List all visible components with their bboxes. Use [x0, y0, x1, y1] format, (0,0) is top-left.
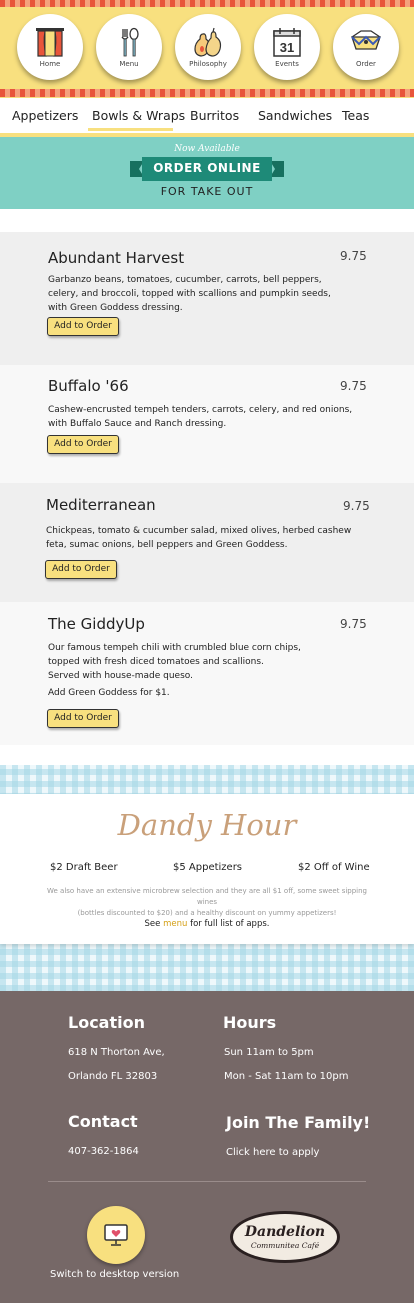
- menu-item: Abundant Harvest 9.75 Garbanzo beans, to…: [0, 232, 414, 365]
- item-description: Cashew-encrusted tempeh tenders, carrots…: [48, 405, 353, 429]
- join-heading: Join The Family!: [226, 1113, 371, 1132]
- hours-line-2: Mon - Sat 11am to 10pm: [224, 1071, 349, 1082]
- dandy-hour-title: Dandy Hour: [117, 808, 297, 842]
- join-link[interactable]: Click here to apply: [226, 1147, 319, 1158]
- contact-heading: Contact: [68, 1112, 138, 1131]
- item-price: 9.75: [340, 617, 367, 631]
- hours-heading: Hours: [223, 1013, 277, 1032]
- category-tabs: Appetizers Bowls & Wraps Burritos Sandwi…: [0, 98, 414, 136]
- order-online-banner[interactable]: Now Available ORDER ONLINE FOR TAKE OUT: [0, 137, 414, 209]
- logo-subtitle: Communitea Café: [250, 1241, 320, 1250]
- tab-teas[interactable]: Teas: [342, 108, 369, 123]
- nav-order-button[interactable]: Order: [333, 14, 399, 80]
- menu-item: Buffalo '66 9.75 Cashew-encrusted tempeh…: [0, 365, 414, 483]
- desktop-version-button[interactable]: [87, 1206, 145, 1264]
- nav-philosophy-button[interactable]: Philosophy: [175, 14, 241, 80]
- dandy-hour-note: We also have an extensive microbrew sele…: [46, 887, 368, 917]
- switch-desktop-label[interactable]: Switch to desktop version: [50, 1269, 179, 1280]
- calendar-icon: 31: [273, 28, 301, 57]
- takeout-box-icon: [351, 30, 381, 50]
- deal-draft-beer: $2 Draft Beer: [50, 862, 118, 873]
- location-heading: Location: [68, 1013, 145, 1032]
- deal-wine: $2 Off of Wine: [298, 862, 370, 873]
- add-to-order-button[interactable]: Add to Order: [47, 709, 119, 728]
- tab-appetizers[interactable]: Appetizers: [12, 108, 78, 123]
- nav-order-label: Order: [356, 60, 376, 68]
- top-stripe: [0, 0, 414, 7]
- calendar-day: 31: [280, 40, 294, 55]
- banner-tagline: Now Available: [174, 144, 240, 154]
- active-tab-indicator: [88, 128, 173, 131]
- footer-divider: [48, 1181, 366, 1182]
- tab-burritos[interactable]: Burritos: [190, 108, 239, 123]
- item-description: Garbanzo beans, tomatoes, cucumber, carr…: [48, 275, 331, 313]
- address-line-2: Orlando FL 32803: [68, 1071, 158, 1082]
- item-description: Our famous tempeh chili with crumbled bl…: [48, 641, 348, 700]
- curtains-icon: [36, 28, 64, 57]
- menu-item: Mediterranean 9.75 Chickpeas, tomato & c…: [0, 483, 414, 602]
- banner-title: ORDER ONLINE: [153, 161, 261, 175]
- menu-link[interactable]: menu: [163, 919, 187, 929]
- hours-line-1: Sun 11am to 5pm: [224, 1047, 314, 1058]
- dandy-hour-card: Dandy Hour $2 Draft Beer $5 Appetizers $…: [0, 794, 414, 944]
- add-to-order-button[interactable]: Add to Order: [47, 435, 119, 454]
- nav-philosophy-label: Philosophy: [189, 60, 227, 68]
- address-line-1: 618 N Thorton Ave,: [68, 1047, 165, 1058]
- phone-number[interactable]: 407-362-1864: [68, 1146, 139, 1157]
- nav-events-button[interactable]: 31 Events: [254, 14, 320, 80]
- site-footer: Location 618 N Thorton Ave, Orlando FL 3…: [0, 991, 414, 1303]
- nav-home-label: Home: [39, 60, 61, 68]
- item-price: 9.75: [340, 379, 367, 393]
- order-online-badge: Now Available ORDER ONLINE FOR TAKE OUT: [128, 141, 286, 205]
- item-name: Abundant Harvest: [48, 249, 185, 267]
- item-extra: Add Green Goddess for $1.: [48, 688, 170, 698]
- add-to-order-button[interactable]: Add to Order: [47, 317, 119, 336]
- item-description: Chickpeas, tomato & cucumber salad, mixe…: [46, 526, 352, 550]
- nav-home-button[interactable]: Home: [17, 14, 83, 80]
- item-name: Mediterranean: [46, 496, 156, 514]
- nav-events-label: Events: [275, 60, 299, 68]
- menu-item: The GiddyUp 9.75 Our famous tempeh chili…: [0, 602, 414, 745]
- item-price: 9.75: [340, 249, 367, 263]
- fork-spoon-icon: [121, 27, 139, 57]
- item-name: The GiddyUp: [48, 615, 145, 633]
- nav-menu-button[interactable]: Menu: [96, 14, 162, 80]
- deal-appetizers: $5 Appetizers: [173, 862, 243, 873]
- bottom-stripe: [0, 89, 414, 97]
- tab-bowls-wraps[interactable]: Bowls & Wraps: [92, 108, 185, 123]
- item-name: Buffalo '66: [48, 377, 129, 395]
- item-price: 9.75: [343, 499, 370, 513]
- add-to-order-button[interactable]: Add to Order: [45, 560, 117, 579]
- tab-sandwiches[interactable]: Sandwiches: [258, 108, 332, 123]
- banner-subtitle: FOR TAKE OUT: [160, 185, 254, 198]
- nav-menu-label: Menu: [119, 60, 139, 68]
- monitor-heart-icon: [104, 1224, 128, 1246]
- dandelion-logo[interactable]: Dandelion Communitea Café: [229, 1210, 341, 1264]
- pear-icon: [194, 27, 222, 57]
- logo-name: Dandelion: [244, 1224, 326, 1240]
- see-menu-text: See menu for full list of apps.: [144, 919, 270, 929]
- top-nav: Home Menu Philosophy 31 Events Order: [0, 0, 414, 98]
